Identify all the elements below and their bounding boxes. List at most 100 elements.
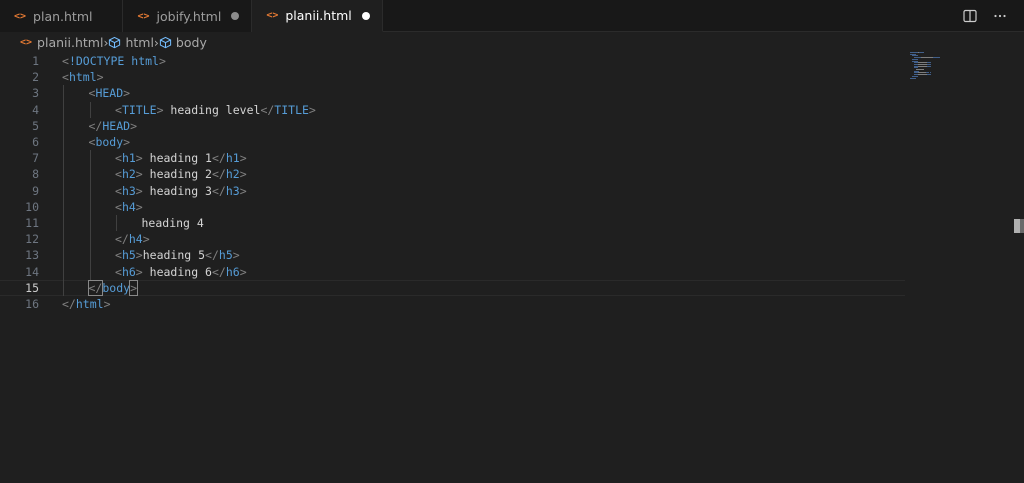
breadcrumb-html-label: html — [125, 34, 154, 50]
tag-name: HEAD — [102, 118, 131, 133]
code-text: <html> — [62, 70, 104, 84]
code-line[interactable]: 8 <h2> heading 2</h2> — [0, 166, 905, 182]
text-content: heading 4 — [141, 216, 204, 231]
indent-guide — [89, 150, 91, 280]
minimap-token — [917, 65, 927, 67]
tag-name: h6 — [225, 264, 240, 279]
tag-bracket: < — [62, 70, 69, 85]
line-number: 4 — [32, 102, 39, 117]
tag-name: h1 — [121, 151, 136, 166]
tag-name: !DOCTYPE — [68, 54, 125, 69]
code-editor[interactable]: 1 <!DOCTYPE html> 2 <html> 3 <HEAD> 4 <TITLE> h… — [0, 52, 1024, 483]
code-line[interactable]: 4 <TITLE> heading level</TITLE> — [0, 102, 905, 118]
element-cube-icon — [108, 36, 121, 49]
line-number: 12 — [25, 232, 39, 247]
code-text: <h6> heading 6</h6> — [115, 265, 247, 279]
scrollbar-thumb-marker[interactable] — [1014, 219, 1020, 233]
tag-bracket: > — [239, 167, 247, 182]
tag-bracket: </ — [88, 118, 103, 133]
code-text: <h4> — [115, 200, 143, 214]
tag-bracket: > — [135, 151, 143, 166]
code-line[interactable]: 11 heading 4 — [0, 215, 905, 231]
tag-name: html — [68, 70, 97, 85]
minimap-token — [917, 74, 927, 76]
tag-bracket: < — [115, 199, 122, 214]
code-text: </h4> — [115, 232, 150, 246]
tag-name: h4 — [128, 232, 143, 247]
tag-name: h3 — [121, 183, 136, 198]
split-editor-icon[interactable] — [962, 8, 978, 24]
code-line[interactable]: 16 </html> — [0, 296, 905, 312]
code-line[interactable]: 12 </h4> — [0, 231, 905, 247]
tag-bracket: </ — [62, 297, 76, 312]
line-number: 1 — [32, 54, 39, 69]
code-line[interactable]: 1 <!DOCTYPE html> — [0, 53, 905, 69]
line-number: 6 — [32, 135, 39, 150]
tab-plan-html[interactable]: <> plan.html — [0, 0, 124, 32]
code-text: <!DOCTYPE html> — [62, 54, 166, 68]
tag-bracket: </ — [260, 102, 275, 117]
unsaved-dot-icon[interactable] — [231, 12, 240, 20]
code-text: <h2> heading 2</h2> — [115, 167, 247, 181]
line-number: 9 — [32, 183, 39, 198]
code-text: <TITLE> heading level</TITLE> — [115, 103, 316, 117]
text-content: heading 1 — [142, 151, 212, 166]
tag-bracket: </ — [205, 248, 219, 263]
html-file-icon: <> — [14, 10, 27, 22]
tag-name: h1 — [225, 151, 240, 166]
tag-bracket: > — [123, 135, 131, 150]
tag-bracket: > — [239, 183, 247, 198]
tag-bracket: < — [115, 248, 122, 263]
tag-name: TITLE — [121, 102, 157, 117]
more-actions-icon[interactable] — [992, 8, 1008, 24]
code-line[interactable]: 2 <html> — [0, 69, 905, 85]
tag-bracket: < — [115, 151, 122, 166]
code-line[interactable]: 14 <h6> heading 6</h6> — [0, 264, 905, 280]
tab-jobify-html[interactable]: <> jobify.html — [123, 0, 253, 32]
minimap[interactable] — [910, 52, 1010, 82]
code-line[interactable]: 7 <h1> heading 1</h1> — [0, 150, 905, 166]
code-line[interactable]: 10 <h4> — [0, 199, 905, 215]
tag-bracket: </ — [115, 232, 129, 247]
tag-bracket: > — [239, 151, 247, 166]
text-content: heading 6 — [142, 264, 212, 279]
code-line[interactable]: 9 <h3> heading 3</h3> — [0, 183, 905, 199]
tag-name: body — [95, 135, 124, 150]
line-number: 10 — [25, 199, 39, 214]
html-file-icon: <> — [20, 36, 33, 48]
indent-guide — [116, 215, 117, 232]
code-line[interactable]: 6 <body> — [0, 134, 905, 150]
text-content: heading 3 — [142, 183, 212, 198]
code-line[interactable]: 15 </body> — [0, 279, 905, 296]
minimap-token — [930, 65, 932, 67]
tag-name: h3 — [225, 183, 240, 198]
unsaved-dot-icon[interactable] — [361, 11, 370, 20]
tab-planii-html[interactable]: <> planii.html — [252, 0, 383, 32]
tag-bracket: > — [308, 102, 316, 117]
tag-name: h2 — [121, 167, 136, 182]
line-number: 15 — [25, 280, 39, 295]
tag-name: html — [75, 297, 104, 312]
breadcrumb-file-label: planii.html — [37, 34, 104, 50]
tag-bracket: > — [135, 183, 143, 198]
code-text: </body> — [87, 279, 138, 296]
minimap-token — [920, 57, 934, 59]
code-line[interactable]: 13 <h5>heading 5</h5> — [0, 247, 905, 263]
tag-bracket: > — [129, 279, 138, 296]
breadcrumb-html[interactable]: html — [108, 34, 154, 50]
minimap-token — [922, 52, 924, 53]
tag-bracket: </ — [211, 151, 226, 166]
tag-bracket: > — [130, 118, 137, 133]
code-line[interactable]: 3 <HEAD> — [0, 85, 905, 101]
code-line[interactable]: 5 </HEAD> — [0, 118, 905, 134]
vertical-scrollbar[interactable] — [1010, 52, 1024, 483]
breadcrumb-body[interactable]: body — [159, 35, 207, 50]
code-text: <HEAD> — [89, 86, 131, 100]
tab-label: planii.html — [285, 8, 352, 23]
breadcrumb: <> planii.html › html › body — [0, 32, 1024, 52]
breadcrumb-file[interactable]: <> planii.html — [20, 35, 103, 50]
code-text: <body> — [89, 135, 131, 149]
tag-bracket: </ — [211, 167, 226, 182]
line-number: 13 — [25, 248, 39, 263]
indent-guide — [63, 85, 64, 296]
